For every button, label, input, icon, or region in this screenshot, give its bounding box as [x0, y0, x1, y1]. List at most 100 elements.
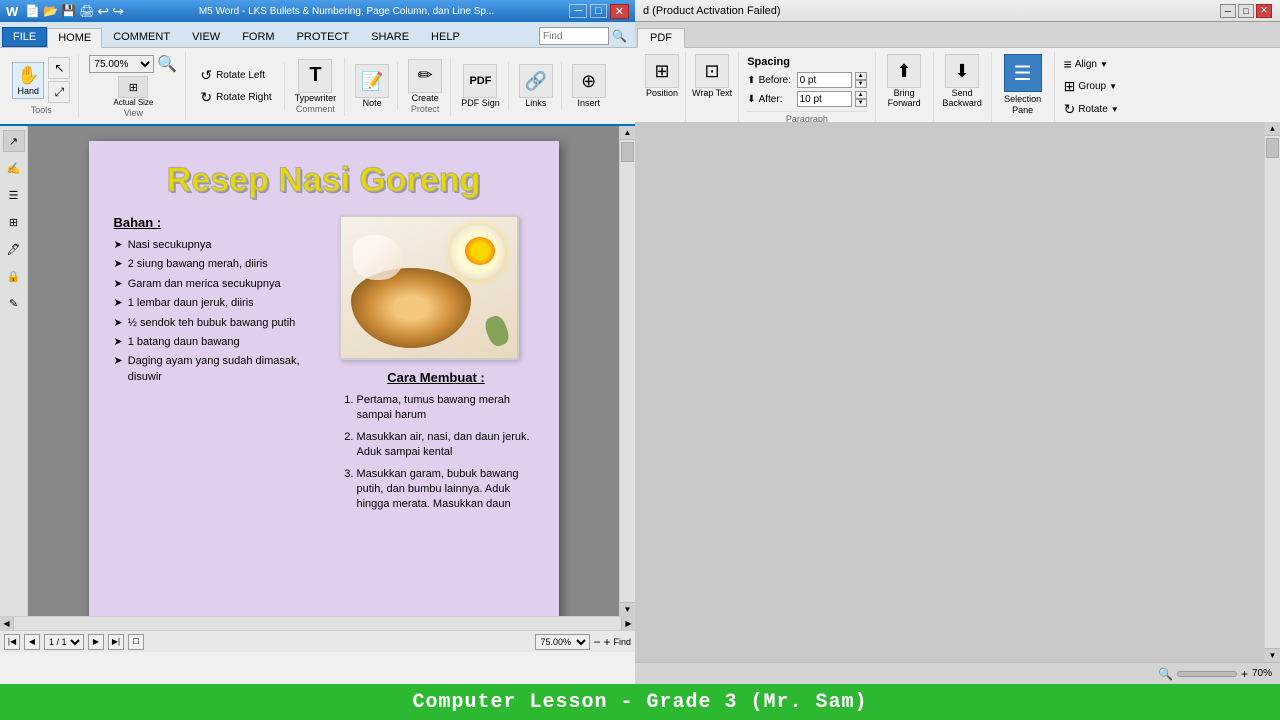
qa-print-btn[interactable]: 🖨: [79, 4, 94, 18]
before-spinners: ▲ ▼: [855, 72, 867, 88]
zoom-field-btn[interactable]: ⤢: [48, 81, 70, 103]
right-status-bar: 🔍 + 70%: [635, 662, 1280, 684]
first-page-btn[interactable]: |◀: [4, 634, 20, 650]
tool1-btn[interactable]: ↗: [3, 130, 25, 152]
bullet-arrow-icon: ➤: [114, 354, 123, 385]
right-scroll-thumb[interactable]: [1266, 138, 1279, 158]
after-up-btn[interactable]: ▲: [855, 91, 867, 99]
insert-btn[interactable]: ⊕ Insert: [572, 64, 606, 108]
scroll-down-btn[interactable]: ▼: [620, 602, 635, 616]
links-label: Links: [525, 98, 546, 108]
zoom-minus-btn[interactable]: −: [593, 635, 600, 649]
tab-pdf[interactable]: PDF: [637, 28, 685, 48]
right-doc-section: Cara Membuat : Pertama, tumus bawang mer…: [339, 215, 534, 519]
before-icon: ⬆: [747, 75, 755, 86]
tab-share[interactable]: SHARE: [360, 27, 420, 47]
right-max-btn[interactable]: □: [1238, 4, 1254, 18]
prev-page-btn[interactable]: ◀: [24, 634, 40, 650]
pdf-sign-label: PDF Sign: [461, 98, 500, 108]
page-counter: 1 / 1: [44, 634, 84, 650]
rotate-arrange-btn[interactable]: ↻ Rotate ▼: [1061, 99, 1122, 120]
links-btn[interactable]: 🔗 Links: [519, 64, 553, 108]
tab-form[interactable]: FORM: [231, 27, 285, 47]
page-select[interactable]: 1 / 1: [44, 634, 84, 650]
tab-help[interactable]: HELP: [420, 27, 471, 47]
zoom-in-icon[interactable]: +: [1241, 667, 1248, 681]
last-page-btn[interactable]: ▶|: [108, 634, 124, 650]
before-up-btn[interactable]: ▲: [855, 72, 867, 80]
scroll-up-btn[interactable]: ▲: [620, 126, 635, 140]
tab-file[interactable]: FILE: [2, 27, 47, 47]
tool7-btn[interactable]: ✎: [3, 292, 25, 314]
wrap-btn[interactable]: ⊡ Wrap Text: [692, 54, 732, 98]
bring-forward-btn[interactable]: ⬆ Bring Forward: [882, 54, 927, 108]
tool2-btn[interactable]: ✍: [3, 157, 25, 179]
before-input[interactable]: [797, 72, 852, 88]
right-ribbon-tabs: PDF: [635, 22, 1280, 48]
zoom-icon[interactable]: 🔍: [157, 54, 177, 74]
group-btn[interactable]: ⊞ Group ▼: [1061, 76, 1122, 97]
qa-undo-btn[interactable]: ↩: [97, 3, 109, 20]
horizontal-scrollbar[interactable]: ◀ ▶: [0, 616, 635, 630]
tab-view[interactable]: VIEW: [181, 27, 231, 47]
maximize-btn[interactable]: □: [590, 4, 607, 18]
note-btn[interactable]: 📝 Note: [355, 64, 389, 108]
zoom-slider[interactable]: [1177, 671, 1237, 677]
scroll-thumb[interactable]: [621, 142, 634, 162]
right-scrollbar[interactable]: ▲ ▼: [1264, 122, 1280, 662]
scroll-left-btn[interactable]: ◀: [0, 617, 14, 631]
typewriter-group: T Typewriter Comment: [287, 57, 346, 116]
align-btn[interactable]: ≡ Align ▼: [1061, 54, 1122, 74]
tab-home[interactable]: HOME: [47, 28, 102, 48]
rotate-right-btn[interactable]: ↻ Rotate Right: [196, 87, 275, 108]
vertical-scrollbar[interactable]: ▲ ▼: [619, 126, 635, 616]
toolbox-side: ↖ ⤢: [48, 57, 70, 103]
qa-open-btn[interactable]: 📂: [43, 4, 58, 18]
close-btn[interactable]: ✕: [610, 4, 629, 19]
page-view-btn[interactable]: ☐: [128, 634, 144, 650]
zoom-plus-btn[interactable]: +: [603, 635, 610, 649]
typewriter-btn[interactable]: T Typewriter: [295, 59, 337, 103]
tool6-btn[interactable]: 🔒: [3, 265, 25, 287]
protect-group-label: Protect: [411, 104, 440, 114]
select-tool-btn[interactable]: ↖: [48, 57, 70, 79]
zoom-out-icon[interactable]: 🔍: [1158, 667, 1173, 681]
send-backward-btn[interactable]: ⬇ Send Backward: [940, 54, 985, 108]
tool4-btn[interactable]: ⊞: [3, 211, 25, 233]
tools-group: ✋ Hand ↖ ⤢ Tools: [4, 55, 79, 117]
selection-pane-label: Selection Pane: [998, 94, 1048, 116]
after-input[interactable]: [797, 91, 852, 107]
right-scroll-up[interactable]: ▲: [1265, 122, 1280, 136]
doc-scroll-area[interactable]: Resep Nasi Goreng Bahan : ➤ Nasi secukup…: [28, 126, 619, 616]
search-icon[interactable]: 🔍: [612, 29, 627, 43]
right-min-btn[interactable]: ─: [1220, 4, 1236, 18]
qa-redo-btn[interactable]: ↪: [112, 3, 124, 20]
find-input[interactable]: [539, 27, 609, 45]
hand-tool-btn[interactable]: ✋ Hand: [12, 62, 44, 99]
rotate-left-btn[interactable]: ↺ Rotate Left: [196, 65, 269, 86]
tool3-btn[interactable]: ☰: [3, 184, 25, 206]
scroll-right-btn[interactable]: ▶: [621, 617, 635, 631]
list-item: ➤ 1 lembar daun jeruk, diiris: [114, 296, 324, 311]
zoom-select[interactable]: 75.00%: [89, 55, 154, 73]
next-page-btn[interactable]: ▶: [88, 634, 104, 650]
before-down-btn[interactable]: ▼: [855, 80, 867, 88]
links-group: 🔗 Links: [511, 62, 562, 110]
right-scroll-down[interactable]: ▼: [1265, 648, 1280, 662]
actual-size-btn[interactable]: ⊞ Actual Size: [113, 76, 153, 107]
food-image-box: [339, 215, 519, 360]
selection-pane-btn[interactable]: ☰ Selection Pane: [998, 54, 1048, 116]
tab-comment[interactable]: COMMENT: [102, 27, 181, 47]
tab-protect[interactable]: PROTECT: [286, 27, 361, 47]
create-btn[interactable]: ✏ Create: [408, 59, 442, 103]
right-close-btn[interactable]: ✕: [1256, 4, 1272, 18]
qa-new-btn[interactable]: 📄: [25, 4, 40, 18]
after-down-btn[interactable]: ▼: [855, 99, 867, 107]
pdf-sign-btn[interactable]: PDF PDF Sign: [461, 64, 500, 108]
qa-save-btn[interactable]: 💾: [61, 4, 76, 18]
zoom-bottom-select[interactable]: 75.00%: [535, 634, 590, 650]
minimize-btn[interactable]: ─: [569, 4, 587, 18]
word-logo-icon: W: [6, 4, 18, 19]
tool5-btn[interactable]: 🖊: [3, 238, 25, 260]
position-btn[interactable]: ⊞ Position: [645, 54, 679, 98]
